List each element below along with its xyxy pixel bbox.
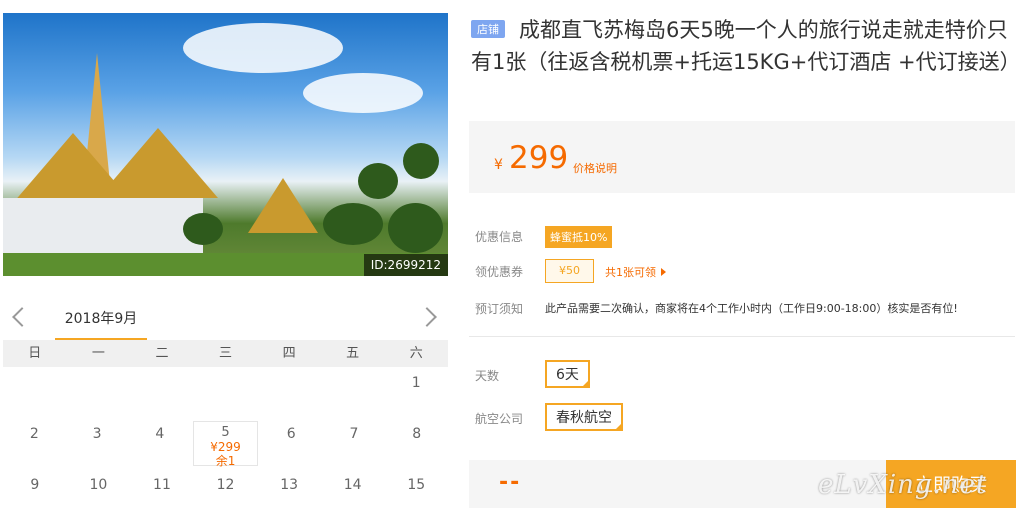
calendar-day-stock: 余1 [215,454,236,468]
calendar-day: 8 [412,426,422,442]
temple-roof [248,178,318,233]
calendar-weekday-header: 日 一 二 三 四 五 六 [3,340,448,367]
price-value: 299 [509,140,569,176]
divider [469,336,1015,337]
calendar-day: 11 [153,477,171,493]
product-title-block: 成都直飞苏梅岛6天5晚一个人的旅行说走就走特价只有1张（往返含税机票+托运15K… [471,14,1021,78]
calendar-nav: 2018年9月 [3,300,448,341]
tree-shape [323,203,383,245]
calendar-day [321,367,385,418]
cloud-shape [303,73,423,113]
calendar-day [130,367,194,418]
calendar-day [194,367,258,418]
coupon-label: 领优惠券 [475,265,524,279]
calendar-day-selected[interactable]: 5 ¥299 余1 [193,421,258,468]
airline-option[interactable]: 春秋航空 [545,403,623,431]
calendar-day-number: 5 [221,425,230,440]
total-price: -- [499,470,522,495]
notice-label: 预订须知 [475,302,524,316]
weekday-label: 二 [155,346,169,361]
calendar-week-row: 2 3 4 5 ¥299 余1 6 7 8 [3,418,448,469]
weekday-label: 五 [346,346,360,361]
calendar-day: 6 [286,426,296,442]
weekday-label: 日 [28,346,42,361]
promo-badge: 蜂蜜抵10% [545,226,613,248]
calendar-day: 13 [280,477,299,493]
tree-shape [403,143,439,179]
weekday-label: 六 [409,346,423,361]
coupon-claim-text: 共1张可领 [605,266,656,279]
product-title: 成都直飞苏梅岛6天5晚一个人的旅行说走就走特价只有1张（往返含税机票+托运15K… [471,18,1021,74]
weekday-label: 四 [282,346,296,361]
airline-label: 航空公司 [475,412,524,426]
calendar-day [3,367,67,418]
promo-label: 优惠信息 [475,230,524,244]
tree-shape [388,203,443,253]
photo-id-badge: ID:2699212 [363,254,448,276]
caret-right-icon [661,268,666,276]
calendar-day: 10 [89,477,108,493]
calendar-day [67,367,131,418]
calendar-day: 3 [92,426,102,442]
weekday-label: 三 [219,346,233,361]
tree-shape [183,213,223,245]
notice-text: 此产品需要二次确认，商家将在4个工作小时内（工作日9:00-18:00）核实是否… [545,302,958,315]
calendar-day: 14 [343,477,362,493]
calendar-day: 2 [29,426,39,442]
calendar-day: 7 [349,426,359,442]
calendar-month-tab[interactable]: 2018年9月 [55,300,147,341]
currency-symbol: ¥ [494,157,503,173]
store-tag: 店铺 [471,20,505,38]
calendar-day-price: ¥299 [210,440,241,454]
calendar-week-row: 1 [3,367,448,418]
calendar-day: 9 [30,477,40,493]
price-box: ¥ 299 价格说明 [469,121,1015,193]
calendar-day: 12 [216,477,235,493]
tree-shape [358,163,398,199]
coupon-claim-link[interactable]: 共1张可领 [605,264,666,280]
temple-roof [98,128,218,198]
calendar-day: 1 [411,375,421,391]
product-photo: ID:2699212 [3,13,448,276]
calendar-day: 15 [407,477,426,493]
calendar-day: 4 [155,426,165,442]
calendar-grid: 1 2 3 4 5 ¥299 余1 6 7 8 9 10 11 12 13 14… [3,367,448,523]
weekday-label: 一 [91,346,105,361]
chevron-right-icon[interactable] [417,307,437,327]
price-note-link[interactable]: 价格说明 [573,160,617,176]
temple-building [3,198,203,258]
calendar-day [257,367,321,418]
days-label: 天数 [475,369,500,383]
calendar-week-row: 9 10 11 12 13 14 15 [3,469,448,520]
chevron-left-icon[interactable] [12,307,32,327]
cloud-shape [183,23,343,73]
days-option[interactable]: 6天 [545,360,590,388]
coupon-ticket[interactable]: ¥50 [545,259,594,283]
watermark: eLvXing.net [818,470,988,500]
